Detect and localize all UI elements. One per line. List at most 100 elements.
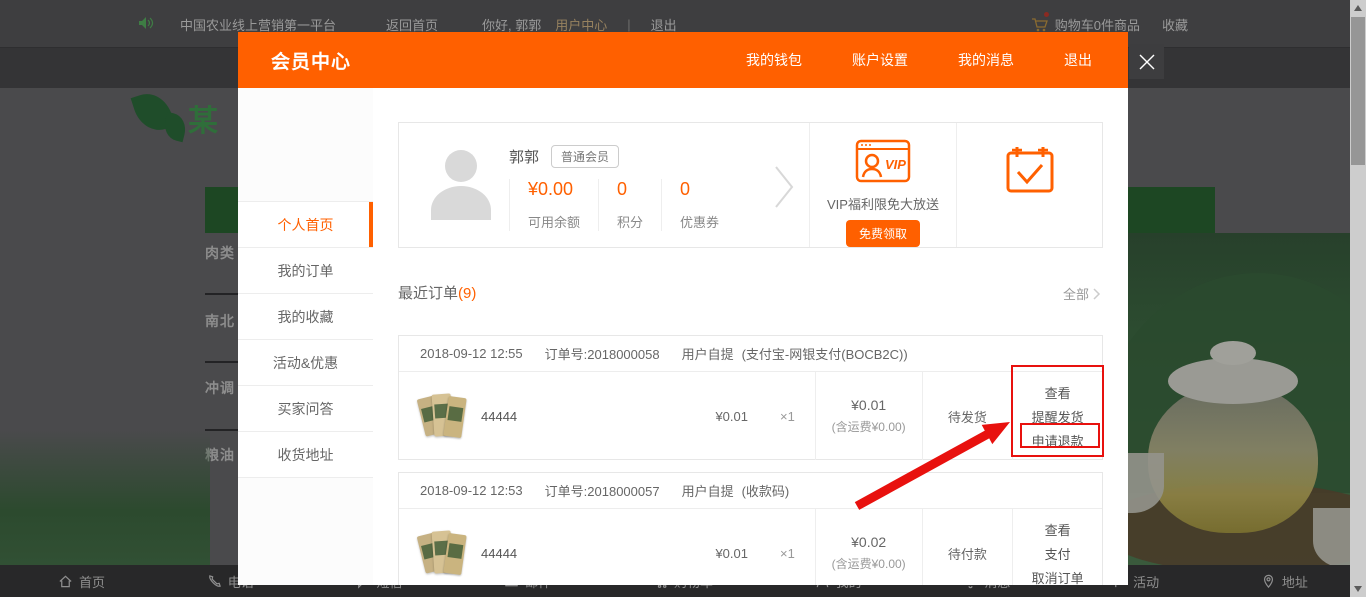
order-actions-cell: 查看 提醒发货 申请退款 [1012, 372, 1102, 460]
modal-header: 会员中心 我的钱包 账户设置 我的消息 退出 [238, 32, 1128, 88]
brand-text: 中国农业线上营销第一平台 [180, 15, 336, 34]
action-pay[interactable]: 支付 [1045, 544, 1071, 563]
sidebar-item-buyer-qa[interactable]: 买家问答 [238, 386, 373, 432]
scroll-up-arrow[interactable] [1350, 0, 1366, 16]
order-product-cell: 44444 ¥0.01 ×1 [399, 372, 815, 460]
modal-close-button[interactable] [1129, 44, 1164, 79]
avatar [431, 150, 491, 220]
order-count: (9) [458, 285, 476, 302]
home-icon [58, 574, 73, 589]
order-shipping: (含运费¥0.00) [832, 555, 906, 572]
scrollbar-thumb[interactable] [1351, 17, 1365, 165]
action-cancel-order[interactable]: 取消订单 [1032, 568, 1084, 586]
vip-benefit-section: VIP VIP福利限免大放送 免费领取 [809, 123, 956, 247]
free-claim-button[interactable]: 免费领取 [846, 220, 920, 247]
order-number: 订单号:2018000058 [545, 344, 660, 363]
nav-account-settings[interactable]: 账户设置 [852, 50, 908, 70]
order-actions-cell: 查看 支付 取消订单 [1012, 509, 1102, 585]
modal-sidebar: 个人首页 我的订单 我的收藏 活动&优惠 买家问答 收货地址 [238, 88, 373, 585]
order-status: 待付款 [922, 509, 1013, 585]
recent-orders-title: 最近订单(9) [398, 285, 476, 302]
order-datetime: 2018-09-12 12:53 [420, 483, 523, 498]
sidebar-item-my-favorites[interactable]: 我的收藏 [238, 294, 373, 340]
action-view[interactable]: 查看 [1045, 383, 1071, 402]
order-status: 待发货 [922, 372, 1013, 460]
nav-my-wallet[interactable]: 我的钱包 [746, 50, 802, 70]
order-card: 2018-09-12 12:53 订单号:2018000057 用户自提 (收款… [398, 472, 1103, 585]
order-header: 2018-09-12 12:55 订单号:2018000058 用户自提 (支付… [399, 336, 1102, 372]
action-request-refund[interactable]: 申请退款 [1032, 431, 1084, 450]
stat-points: 0 积分 [598, 179, 661, 231]
order-payment: (收款码) [742, 481, 790, 500]
bottom-nav-home: 首页 [58, 572, 105, 591]
favorites-link: 收藏 [1162, 15, 1188, 34]
product-quantity: ×1 [780, 546, 795, 561]
sidebar-item-personal-home[interactable]: 个人首页 [238, 202, 373, 248]
user-center-link: 用户中心 [555, 15, 607, 34]
greeting-text: 你好, 郭郭 [482, 15, 541, 34]
sidebar-item-activities-offers[interactable]: 活动&优惠 [238, 340, 373, 386]
tea-scene-image [1128, 233, 1350, 565]
vip-icon: VIP [855, 139, 911, 188]
calendar-check-icon[interactable] [1004, 145, 1056, 200]
category-item: 冲调 [205, 378, 238, 398]
browser-scrollbar[interactable] [1350, 0, 1366, 597]
product-quantity: ×1 [780, 409, 795, 424]
order-number: 订单号:2018000057 [545, 481, 660, 500]
product-price: ¥0.01 [715, 409, 748, 424]
profile-card: 郭郭 普通会员 ¥0.00 可用余额 0 积分 0 [398, 122, 1103, 248]
location-pin-icon [1261, 574, 1276, 589]
modal-title: 会员中心 [271, 47, 351, 74]
stat-balance: ¥0.00 可用余额 [509, 179, 598, 231]
bottom-nav-address: 地址 [1261, 572, 1308, 591]
recent-orders-header: 最近订单(9) 全部 [398, 282, 1103, 306]
order-total-cell: ¥0.02 (含运费¥0.00) [815, 509, 922, 585]
order-delivery: 用户自提 [682, 481, 734, 500]
check-in-section [956, 123, 1102, 247]
scroll-down-arrow[interactable] [1350, 581, 1366, 597]
vip-caption: VIP福利限免大放送 [827, 194, 939, 213]
action-remind-shipment[interactable]: 提醒发货 [1032, 407, 1084, 426]
home-link: 返回首页 [386, 15, 438, 34]
phone-icon [207, 574, 222, 589]
product-thumbnail[interactable] [420, 528, 466, 578]
order-total: ¥0.02 [851, 534, 886, 550]
order-delivery: 用户自提 [682, 344, 734, 363]
order-product-cell: 44444 ¥0.01 ×1 [399, 509, 815, 585]
category-item: 南北 [205, 311, 238, 331]
sidebar-item-shipping-address[interactable]: 收货地址 [238, 432, 373, 478]
member-center-modal: 会员中心 我的钱包 账户设置 我的消息 退出 个人首页 我的订单 我的收藏 活动… [238, 32, 1128, 585]
order-payment: (支付宝-网银支付(BOCB2C)) [742, 344, 908, 363]
cart-text: 购物车0件商品 [1055, 15, 1140, 34]
background-greenery [0, 430, 210, 565]
topbar-divider: | [627, 17, 630, 32]
logout-link: 退出 [651, 15, 677, 34]
member-level-badge: 普通会员 [551, 145, 619, 168]
profile-section: 郭郭 普通会员 ¥0.00 可用余额 0 积分 0 [399, 123, 809, 247]
stat-coupons: 0 优惠券 [661, 179, 737, 231]
vip-icon-text: VIP [885, 157, 906, 172]
action-view[interactable]: 查看 [1045, 520, 1071, 539]
product-price: ¥0.01 [715, 546, 748, 561]
product-name[interactable]: 44444 [481, 409, 517, 424]
user-name: 郭郭 [509, 146, 539, 167]
sidebar-item-my-orders[interactable]: 我的订单 [238, 248, 373, 294]
chevron-right-icon [1093, 288, 1101, 300]
order-shipping: (含运费¥0.00) [832, 418, 906, 435]
order-total-cell: ¥0.01 (含运费¥0.00) [815, 372, 922, 460]
speaker-icon [138, 16, 154, 33]
order-header: 2018-09-12 12:53 订单号:2018000057 用户自提 (收款… [399, 473, 1102, 509]
chevron-right-icon[interactable] [773, 163, 795, 216]
nav-my-messages[interactable]: 我的消息 [958, 50, 1014, 70]
cart-link: 购物车0件商品 [1031, 15, 1140, 34]
nav-logout[interactable]: 退出 [1064, 50, 1092, 70]
close-icon [1138, 53, 1156, 71]
product-name[interactable]: 44444 [481, 546, 517, 561]
order-datetime: 2018-09-12 12:55 [420, 346, 523, 361]
category-item: 肉类 [205, 243, 238, 263]
order-total: ¥0.01 [851, 397, 886, 413]
order-card: 2018-09-12 12:55 订单号:2018000058 用户自提 (支付… [398, 335, 1103, 460]
logo-text: 某 [188, 96, 218, 140]
product-thumbnail[interactable] [420, 391, 466, 441]
view-all-link[interactable]: 全部 [1063, 284, 1101, 303]
